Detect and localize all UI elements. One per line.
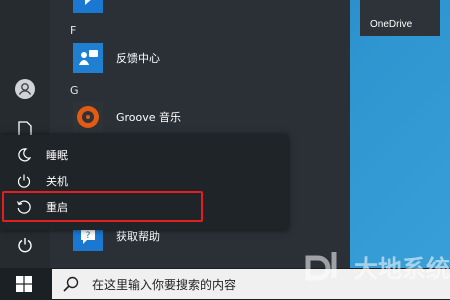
watermark-logo-icon — [305, 252, 337, 281]
app-name: 反馈中心 — [116, 52, 160, 65]
sleep-moon-icon — [14, 145, 34, 165]
restart-highlight-box — [2, 191, 203, 222]
svg-text:?: ? — [86, 231, 91, 241]
watermark-text: 大地系统 — [354, 254, 450, 283]
watermark: 大地系统 — [300, 232, 450, 300]
sleep-label: 睡眠 — [46, 149, 68, 162]
section-letter-f[interactable]: F — [70, 24, 76, 37]
app-name: Groove 音乐 — [116, 111, 182, 124]
start-button[interactable] — [0, 268, 48, 300]
feedback-hub-icon — [73, 43, 103, 73]
search-icon — [63, 276, 79, 292]
onedrive-tile[interactable]: OneDrive — [360, 0, 440, 36]
list-item-groove-music[interactable]: Groove 音乐 — [60, 97, 330, 137]
start-menu: F 反馈中心 G Groove 音乐 ? 获取帮助 睡眠 关机 重启 — [0, 0, 350, 268]
onedrive-tile-label: OneDrive — [370, 19, 413, 30]
list-item-feedback-hub[interactable]: 反馈中心 — [60, 38, 330, 78]
windows-logo-icon — [16, 276, 32, 292]
sleep-button[interactable]: 睡眠 — [0, 142, 288, 168]
list-item-partial[interactable] — [60, 0, 330, 18]
power-icon[interactable] — [12, 232, 38, 258]
shutdown-icon — [14, 171, 34, 191]
shutdown-label: 关机 — [46, 175, 68, 188]
groove-music-icon — [73, 102, 103, 132]
section-letter-g[interactable]: G — [70, 84, 79, 97]
user-account-icon[interactable] — [12, 76, 38, 102]
search-placeholder: 在这里输入你要搜索的内容 — [92, 277, 237, 292]
app-name: 获取帮助 — [116, 230, 160, 243]
app-icon — [73, 0, 103, 13]
